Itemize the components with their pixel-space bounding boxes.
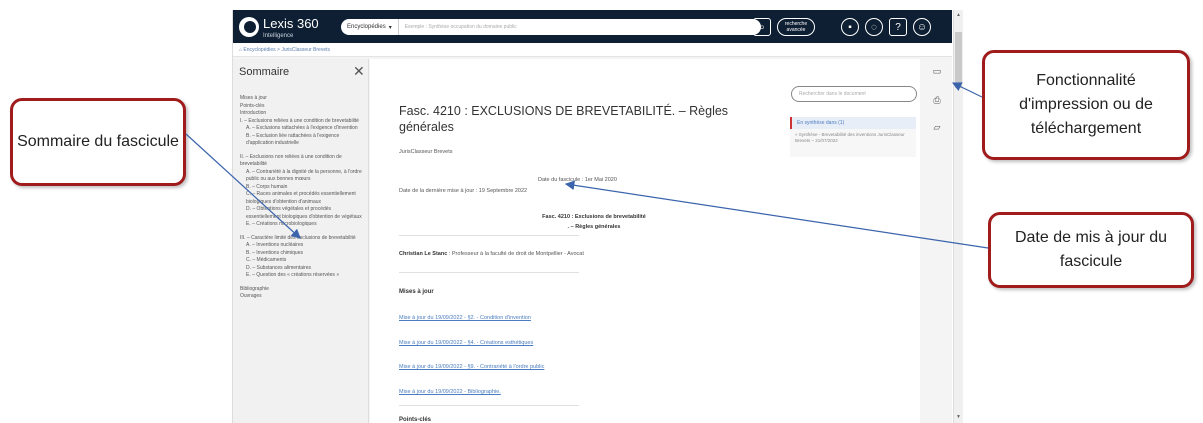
sidebar-title: Sommaire (239, 66, 290, 78)
author-name: Christian Le Stanc (399, 251, 448, 257)
sommaire-item[interactable]: C. – Races animales et procédés essentie… (240, 191, 364, 206)
sommaire-item[interactable]: Introduction (240, 110, 364, 118)
callout-sommaire: Sommaire du fascicule (10, 98, 186, 186)
sommaire-item[interactable]: I. – Exclusions reliées à une condition … (240, 118, 364, 126)
page-scrollbar[interactable]: ▲ ▼ (953, 10, 963, 423)
fascicule-heading-line1: Fasc. 4210 : Exclusions de brevetabilité (542, 214, 646, 220)
top-navigation-bar: Lexis 360 Intelligence Encyclopédies ▾ E… (233, 10, 952, 43)
search-input[interactable]: Exemple : Synthèse occupation du domaine… (399, 24, 517, 30)
sommaire-item[interactable]: D. – Obtentions végétales et procédés es… (240, 206, 364, 221)
help-icon[interactable]: ? (889, 18, 907, 36)
global-search-bar: Encyclopédies ▾ Exemple : Synthèse occup… (341, 19, 761, 35)
key-points-heading: Points-clés (399, 417, 432, 423)
print-icon[interactable]: ⎙ (932, 95, 942, 105)
home-icon[interactable]: ⌂ (239, 47, 242, 53)
folder-save-icon[interactable]: ▱ (932, 122, 942, 132)
author-description: : Professeur à la faculté de droit de Mo… (447, 251, 584, 257)
synthesis-link[interactable]: » Synthèse - Brevetabilité des invention… (790, 129, 916, 147)
callout-sommaire-text: Sommaire du fascicule (17, 133, 179, 150)
logo-subtitle: Intelligence (263, 33, 294, 39)
last-update-date: Date de la dernière mise à jour : 19 Sep… (399, 188, 528, 194)
close-icon[interactable]: ✕ (353, 63, 365, 80)
sommaire-list: Mises à jour Points-clés Introduction I. – … (240, 95, 364, 301)
lexis-logo[interactable]: Lexis 360 Intelligence (239, 15, 319, 39)
sommaire-item[interactable]: D. – Substances alimentaires (240, 265, 364, 273)
callout-date: Date de mis à jour du fascicule (988, 212, 1194, 288)
lexis-app-window: Lexis 360 Intelligence Encyclopédies ▾ E… (232, 10, 952, 423)
sommaire-item[interactable]: A. – Exclusions rattachées à l'exigence … (240, 125, 364, 133)
update-link[interactable]: Mise à jour du 19/09/2022 - §2. - Condit… (399, 315, 531, 321)
scroll-up-icon[interactable]: ▲ (956, 12, 961, 18)
callout-date-text: Date de mis à jour du fascicule (1014, 229, 1168, 270)
search-category-label: Encyclopédies (347, 24, 386, 30)
advanced-search-button[interactable]: recherche avancée (777, 18, 815, 36)
callout-fonctionnalite: Fonctionnalité d'impression ou de téléch… (982, 50, 1190, 160)
update-link[interactable]: Mise à jour du 19/09/2022 - §9. - Contra… (399, 364, 544, 370)
synthesis-panel: En synthèse dans (1) » Synthèse - Brevet… (790, 117, 916, 157)
sommaire-item[interactable]: A. – Contrariété à la dignité de la pers… (240, 169, 364, 184)
divider (399, 405, 579, 406)
document-export-icon[interactable]: ▭ (932, 66, 942, 76)
chevron-down-icon: ▾ (388, 24, 392, 31)
breadcrumb-trail[interactable]: Encyclopédies > JurisClasseur Brevets (243, 47, 330, 53)
sommaire-item[interactable]: A. – Inventions nucléaires (240, 242, 364, 250)
folder-icon[interactable]: ▪ (841, 18, 859, 36)
breadcrumb: ⌂ Encyclopédies > JurisClasseur Brevets (233, 43, 952, 57)
sommaire-item[interactable]: II. – Exclusions non reliées à une condi… (240, 154, 364, 169)
search-icon[interactable]: ⌕ (753, 18, 771, 36)
sommaire-item[interactable]: B. – Corps humain (240, 184, 364, 192)
search-category-select[interactable]: Encyclopédies ▾ (341, 19, 399, 35)
logo-text: Lexis 360 (263, 16, 319, 31)
sommaire-item[interactable]: B. – Exclusion liée rattachées à l'exige… (240, 133, 364, 148)
scrollbar-thumb[interactable] (955, 32, 962, 88)
fascicule-date: Date du fascicule : 1er Mai 2020 (538, 177, 617, 183)
document-title: Fasc. 4210 : EXCLUSIONS DE BREVETABILITÉ… (399, 104, 729, 134)
document-source: JurisClasseur Brevets (399, 149, 453, 155)
sommaire-item[interactable]: E. – Créations microbiologiques (240, 221, 364, 229)
fascicule-heading-line2: . – Règles générales (567, 224, 621, 230)
sommaire-item[interactable]: B. – Inventions chimiques (240, 250, 364, 258)
annotated-screenshot: Lexis 360 Intelligence Encyclopédies ▾ E… (0, 0, 1203, 423)
update-link[interactable]: Mise à jour du 19/09/2022 - Bibliographi… (399, 389, 501, 395)
sommaire-item[interactable]: Mises à jour (240, 95, 364, 103)
updates-heading: Mises à jour (399, 289, 434, 295)
author-line: Christian Le Stanc : Professeur à la fac… (399, 251, 584, 257)
sommaire-item[interactable]: III. – Caractère limité des exclusions d… (240, 235, 364, 243)
document-search-input[interactable]: Rechercher dans le document (791, 86, 917, 102)
divider (399, 235, 579, 236)
user-icon[interactable]: ☺ (913, 18, 931, 36)
callout-fonctionnalite-text: Fonctionnalité d'impression ou de téléch… (1019, 72, 1153, 137)
sommaire-item[interactable]: E. – Question des « créations réservées … (240, 272, 364, 280)
synthesis-header[interactable]: En synthèse dans (1) (790, 117, 916, 129)
scroll-down-icon[interactable]: ▼ (956, 414, 961, 420)
sommaire-item[interactable]: Bibliographie (240, 286, 364, 294)
lexis-logo-icon (239, 17, 259, 37)
document-viewer: Fasc. 4210 : EXCLUSIONS DE BREVETABILITÉ… (370, 59, 920, 423)
update-link[interactable]: Mise à jour du 19/09/2022 - §4. - Créati… (399, 340, 533, 346)
sommaire-item[interactable]: Points-clés (240, 103, 364, 111)
sommaire-item[interactable]: C. – Médicaments (240, 257, 364, 265)
sommaire-item[interactable]: Ouvrages (240, 293, 364, 301)
fascicule-heading: Fasc. 4210 : Exclusions de brevetabilité… (524, 212, 664, 232)
bell-icon[interactable]: ◌ (865, 18, 883, 36)
sommaire-sidebar: Sommaire ✕ Mises à jour Points-clés Introd… (233, 59, 369, 423)
divider (399, 272, 579, 273)
